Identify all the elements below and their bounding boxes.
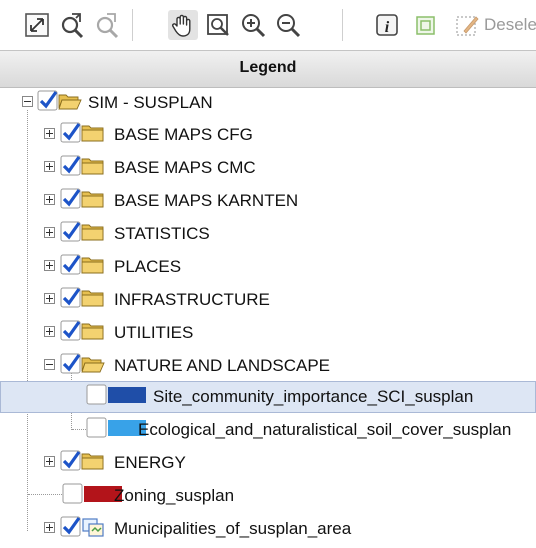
- layer-checkbox[interactable]: [60, 450, 81, 471]
- map-toolbar: i Desele: [0, 0, 536, 50]
- folder-icon: [81, 156, 105, 176]
- layer-checkbox[interactable]: [60, 287, 81, 308]
- expand-toggle[interactable]: [44, 522, 55, 533]
- folder-open-icon: [58, 91, 82, 111]
- tree-node-energy[interactable]: ENERGY: [0, 447, 536, 479]
- tree-node-label: Municipalities_of_susplan_area: [114, 519, 352, 538]
- tree-node-label: BASE MAPS CFG: [114, 125, 253, 144]
- tree-node-base-maps-cmc[interactable]: BASE MAPS CMC: [0, 152, 536, 184]
- folder-icon: [81, 288, 105, 308]
- expand-toggle[interactable]: [44, 194, 55, 205]
- layer-row-site-community-importance[interactable]: Site_community_importance_SCI_susplan: [0, 381, 536, 413]
- layer-row-ecological-soil-cover[interactable]: Ecological_and_naturalistical_soil_cover…: [0, 414, 536, 446]
- toolbar-separator: [132, 9, 133, 41]
- tree-node-label: STATISTICS: [114, 224, 210, 243]
- pan-hand-icon: [168, 10, 198, 40]
- zoom-in-icon: [238, 10, 268, 40]
- zoom-full-extent-icon: [22, 10, 52, 40]
- layer-group-icon: [81, 517, 105, 537]
- deselect-icon: [452, 10, 482, 40]
- layer-checkbox[interactable]: [60, 516, 81, 537]
- tree-node-places[interactable]: PLACES: [0, 251, 536, 283]
- layer-row-zoning[interactable]: Zoning_susplan: [0, 480, 536, 512]
- folder-icon: [81, 321, 105, 341]
- zoom-box-icon: [203, 10, 233, 40]
- layer-checkbox[interactable]: [60, 320, 81, 341]
- layer-checkbox[interactable]: [62, 483, 83, 504]
- expand-toggle[interactable]: [44, 161, 55, 172]
- info-icon: i: [372, 10, 402, 40]
- info-button[interactable]: i: [372, 10, 402, 40]
- redo-extent-button[interactable]: [57, 10, 87, 40]
- legend-tree: SIM - SUSPLAN BASE MAPS CFG BASE MAPS CM…: [0, 87, 536, 548]
- tree-node-label: NATURE AND LANDSCAPE: [114, 356, 331, 375]
- deselect-label[interactable]: Desele: [484, 15, 536, 35]
- collapse-toggle[interactable]: [44, 359, 55, 370]
- expand-toggle[interactable]: [44, 128, 55, 139]
- tree-node-label: BASE MAPS CMC: [114, 158, 256, 177]
- select-icon: [410, 10, 440, 40]
- zoom-full-extent-button[interactable]: [22, 10, 52, 40]
- folder-icon: [81, 123, 105, 143]
- layer-checkbox[interactable]: [86, 417, 107, 438]
- deselect-button[interactable]: [452, 10, 482, 40]
- expand-toggle[interactable]: [44, 326, 55, 337]
- tree-node-base-maps-karnten[interactable]: BASE MAPS KARNTEN: [0, 185, 536, 217]
- undo-extent-icon: [92, 10, 122, 40]
- tree-node-base-maps-cfg[interactable]: BASE MAPS CFG: [0, 119, 536, 151]
- layer-checkbox[interactable]: [86, 384, 107, 405]
- layer-color-swatch: [108, 387, 146, 403]
- expand-toggle[interactable]: [44, 293, 55, 304]
- tree-node-utilities[interactable]: UTILITIES: [0, 317, 536, 349]
- legend-header: Legend: [0, 50, 536, 88]
- tree-node-label: Site_community_importance_SCI_susplan: [153, 387, 474, 406]
- tree-node-label: ENERGY: [114, 453, 186, 472]
- undo-extent-button[interactable]: [92, 10, 122, 40]
- layer-checkbox[interactable]: [60, 254, 81, 275]
- tree-node-label: INFRASTRUCTURE: [114, 290, 270, 309]
- layer-checkbox[interactable]: [37, 90, 58, 111]
- tree-node-label: PLACES: [114, 257, 182, 276]
- folder-open-icon: [81, 354, 105, 374]
- expand-toggle[interactable]: [44, 456, 55, 467]
- layer-checkbox[interactable]: [60, 188, 81, 209]
- zoom-in-button[interactable]: [238, 10, 268, 40]
- collapse-toggle[interactable]: [22, 96, 33, 107]
- tree-node-municipalities[interactable]: Municipalities_of_susplan_area: [0, 513, 536, 545]
- tree-node-label: BASE MAPS KARNTEN: [114, 191, 299, 210]
- tree-node-nature-and-landscape[interactable]: NATURE AND LANDSCAPE: [0, 350, 536, 382]
- layer-checkbox[interactable]: [60, 353, 81, 374]
- legend-title: Legend: [239, 59, 297, 76]
- layer-checkbox[interactable]: [60, 122, 81, 143]
- layer-checkbox[interactable]: [60, 221, 81, 242]
- toolbar-separator: [342, 9, 343, 41]
- tree-node-infrastructure[interactable]: INFRASTRUCTURE: [0, 284, 536, 316]
- layer-checkbox[interactable]: [60, 155, 81, 176]
- tree-node-statistics[interactable]: STATISTICS: [0, 218, 536, 250]
- tree-node-label: Zoning_susplan: [114, 486, 235, 505]
- expand-toggle[interactable]: [44, 227, 55, 238]
- expand-toggle[interactable]: [44, 260, 55, 271]
- zoom-out-icon: [273, 10, 303, 40]
- tree-node-label: UTILITIES: [114, 323, 194, 342]
- folder-icon: [81, 189, 105, 209]
- pan-button[interactable]: [168, 10, 198, 40]
- folder-icon: [81, 255, 105, 275]
- tree-node-label: Ecological_and_naturalistical_soil_cover…: [138, 420, 512, 439]
- folder-icon: [81, 222, 105, 242]
- zoom-box-button[interactable]: [203, 10, 233, 40]
- folder-icon: [81, 451, 105, 471]
- tree-node-root[interactable]: SIM - SUSPLAN: [0, 87, 536, 119]
- svg-text:i: i: [385, 19, 390, 36]
- tree-node-label: SIM - SUSPLAN: [88, 93, 213, 112]
- redo-extent-icon: [57, 10, 87, 40]
- zoom-out-button[interactable]: [273, 10, 303, 40]
- select-button[interactable]: [410, 10, 440, 40]
